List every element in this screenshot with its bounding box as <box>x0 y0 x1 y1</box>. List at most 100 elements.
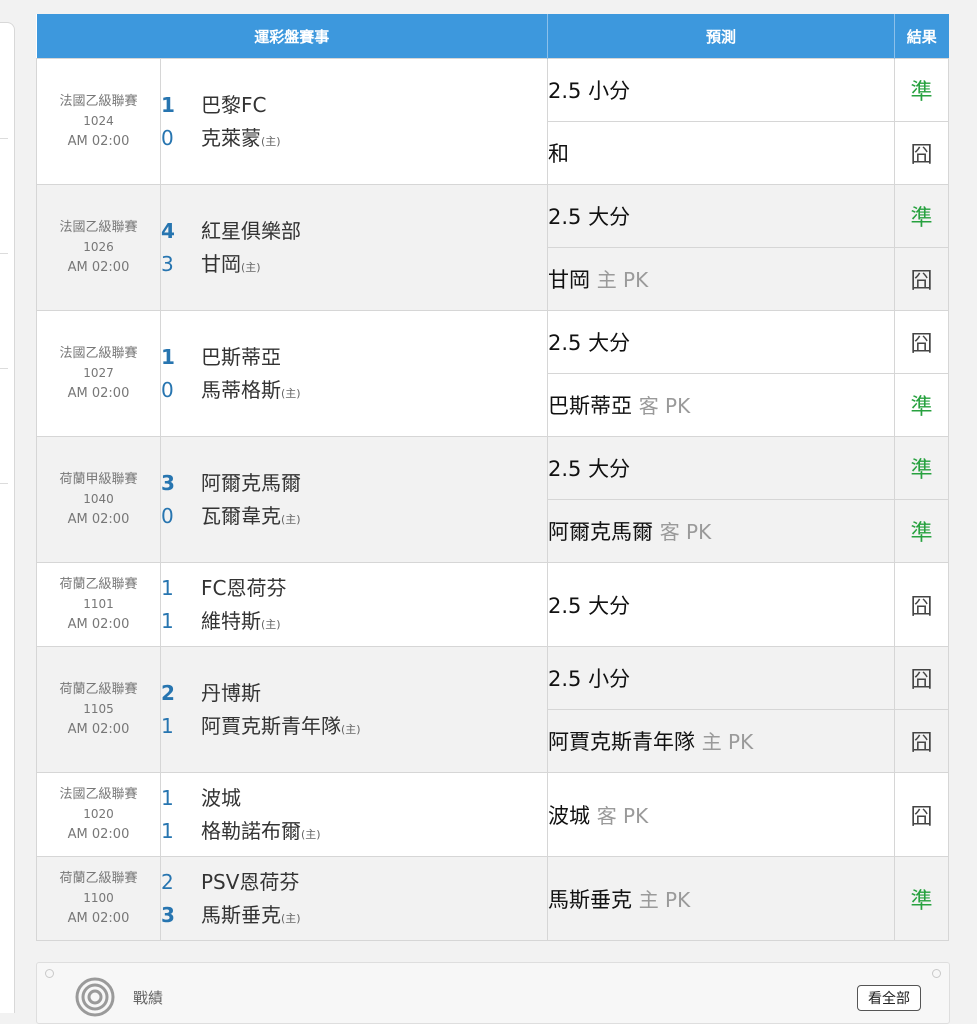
panel-title: 戰績 <box>133 989 164 1007</box>
team-name[interactable]: 馬蒂格斯 <box>201 374 281 407</box>
match-time: AM 02:00 <box>67 617 130 632</box>
team-name[interactable]: 格勒諾布爾 <box>201 815 301 848</box>
match-cell[interactable]: 3 阿爾克馬爾 0 瓦爾韋克 (主) <box>159 436 549 563</box>
table-row: 荷蘭乙級聯賽 1100 AM 02:00 2 PSV恩荷芬 3 馬斯垂克 (主) 馬斯垂克 主 … <box>36 856 950 941</box>
match-number: 1027 <box>83 366 114 380</box>
league-cell: 荷蘭甲級聯賽 1040 AM 02:00 <box>36 436 161 563</box>
prediction-cell: 2.5 大分 <box>547 310 896 374</box>
team-line: 2 丹博斯 <box>161 677 547 710</box>
team-line: 1 阿賈克斯青年隊 (主) <box>161 710 547 743</box>
match-time: AM 02:00 <box>67 260 130 275</box>
match-cell[interactable]: 2 PSV恩荷芬 3 馬斯垂克 (主) <box>159 856 549 941</box>
team-line: 1 波城 <box>161 782 547 815</box>
table-row: 荷蘭乙級聯賽 1105 AM 02:00 2 丹博斯 1 阿賈克斯青年隊 (主) 2.5 小分囧 <box>36 646 950 773</box>
host-marker: (主) <box>301 827 321 841</box>
match-number: 1024 <box>83 114 114 128</box>
team-name[interactable]: 甘岡 <box>201 248 241 281</box>
team-score: 0 <box>161 377 174 402</box>
corner-dot <box>45 969 54 978</box>
team-name[interactable]: 馬斯垂克 <box>201 899 281 932</box>
league-name: 法國乙級聯賽 <box>59 220 138 235</box>
match-time: AM 02:00 <box>67 512 130 527</box>
team-name[interactable]: PSV恩荷芬 <box>201 866 299 899</box>
team-name[interactable]: 阿爾克馬爾 <box>201 467 301 500</box>
league-cell: 法國乙級聯賽 1027 AM 02:00 <box>36 310 161 437</box>
prediction-type: 客 PK <box>659 520 712 544</box>
league-cell: 荷蘭乙級聯賽 1101 AM 02:00 <box>36 562 161 647</box>
results-table: 運彩盤賽事 預測 結果 法國乙級聯賽 1024 AM 02:00 1 巴黎FC 0 克萊蒙(… <box>36 14 950 941</box>
team-line: 4 紅星俱樂部 <box>161 215 547 248</box>
match-time: AM 02:00 <box>67 386 130 401</box>
match-cell[interactable]: 1 巴斯蒂亞 0 馬蒂格斯 (主) <box>159 310 549 437</box>
side-card-divider <box>0 253 8 254</box>
target-icon <box>75 977 115 1017</box>
prediction-team: 甘岡 <box>548 268 591 292</box>
team-line: 2 PSV恩荷芬 <box>161 866 547 899</box>
team-name[interactable]: 丹博斯 <box>201 677 261 710</box>
league-name: 荷蘭甲級聯賽 <box>59 472 138 487</box>
league-name: 荷蘭乙級聯賽 <box>59 871 138 886</box>
table-row: 法國乙級聯賽 1027 AM 02:00 1 巴斯蒂亞 0 馬蒂格斯 (主) 2.5 大分 囧 <box>36 310 950 437</box>
league-cell: 法國乙級聯賽 1026 AM 02:00 <box>36 184 161 311</box>
match-number: 1040 <box>83 492 114 506</box>
team-name[interactable]: 巴黎FC <box>201 89 266 122</box>
corner-dot <box>932 969 941 978</box>
host-marker: (主) <box>281 386 301 400</box>
header-prediction: 預測 <box>547 14 896 59</box>
team-name[interactable]: 瓦爾韋克 <box>201 500 281 533</box>
league-name: 法國乙級聯賽 <box>59 346 138 361</box>
match-cell[interactable]: 1 巴黎FC 0 克萊蒙 (主) <box>159 58 549 185</box>
team-line: 3 馬斯垂克 (主) <box>161 899 547 932</box>
table-row: 荷蘭甲級聯賽 1040 AM 02:00 3 阿爾克馬爾 0 瓦爾韋克 (主) 2.5 大分準 <box>36 436 950 563</box>
team-score: 4 <box>161 218 175 243</box>
host-marker: (主) <box>261 134 281 148</box>
team-line: 0 瓦爾韋克 (主) <box>161 500 547 533</box>
team-name[interactable]: 波城 <box>201 782 241 815</box>
match-cell[interactable]: 2 丹博斯 1 阿賈克斯青年隊 (主) <box>159 646 549 773</box>
match-cell[interactable]: 1 波城 1 格勒諾布爾 (主) <box>159 772 549 857</box>
match-number: 1100 <box>83 891 114 905</box>
prediction-text: 2.5 小分 <box>548 667 631 691</box>
team-score: 1 <box>161 713 174 738</box>
league-name: 法國乙級聯賽 <box>59 94 138 109</box>
team-name[interactable]: 阿賈克斯青年隊 <box>201 710 341 743</box>
team-score: 2 <box>161 680 175 705</box>
host-marker: (主) <box>281 512 301 526</box>
match-number: 1026 <box>83 240 114 254</box>
match-time: AM 02:00 <box>67 722 130 737</box>
team-line: 0 克萊蒙 (主) <box>161 122 547 155</box>
prediction-team: 阿爾克馬爾 <box>548 520 654 544</box>
match-number: 1105 <box>83 702 114 716</box>
team-score: 1 <box>161 785 174 810</box>
team-name[interactable]: 維特斯 <box>201 605 261 638</box>
team-name[interactable]: 巴斯蒂亞 <box>201 341 281 374</box>
side-card-divider <box>0 138 8 139</box>
team-line: 3 阿爾克馬爾 <box>161 467 547 500</box>
match-cell[interactable]: 1 FC恩荷芬 1 維特斯 (主) <box>159 562 549 647</box>
prediction-type: 主 PK <box>701 730 754 754</box>
match-number: 1101 <box>83 597 114 611</box>
team-line: 1 維特斯 (主) <box>161 605 547 638</box>
result-hit-badge: 準 <box>894 373 950 437</box>
team-score: 1 <box>161 344 175 369</box>
team-name[interactable]: 紅星俱樂部 <box>201 215 301 248</box>
team-score: 3 <box>161 470 175 495</box>
league-cell: 荷蘭乙級聯賽 1105 AM 02:00 <box>36 646 161 773</box>
prediction-cell: 波城 客 PK <box>547 772 896 857</box>
match-cell[interactable]: 4 紅星俱樂部 3 甘岡 (主) <box>159 184 549 311</box>
team-name[interactable]: 克萊蒙 <box>201 122 261 155</box>
result-miss-badge: 囧 <box>894 562 950 647</box>
result-hit-badge: 準 <box>894 436 950 500</box>
team-score: 1 <box>161 818 174 843</box>
side-card-edge <box>0 22 15 1013</box>
header-match: 運彩盤賽事 <box>36 14 549 59</box>
view-all-button[interactable]: 看全部 <box>857 985 921 1011</box>
prediction-text: 2.5 大分 <box>548 205 631 229</box>
header-result: 結果 <box>894 14 949 59</box>
prediction-text: 2.5 小分 <box>548 79 631 103</box>
host-marker: (主) <box>281 911 301 925</box>
table-row: 法國乙級聯賽 1026 AM 02:00 4 紅星俱樂部 3 甘岡 (主) 2.5 大分準 <box>36 184 950 311</box>
league-name: 法國乙級聯賽 <box>59 787 138 802</box>
team-name[interactable]: FC恩荷芬 <box>201 572 286 605</box>
match-number: 1020 <box>83 807 114 821</box>
